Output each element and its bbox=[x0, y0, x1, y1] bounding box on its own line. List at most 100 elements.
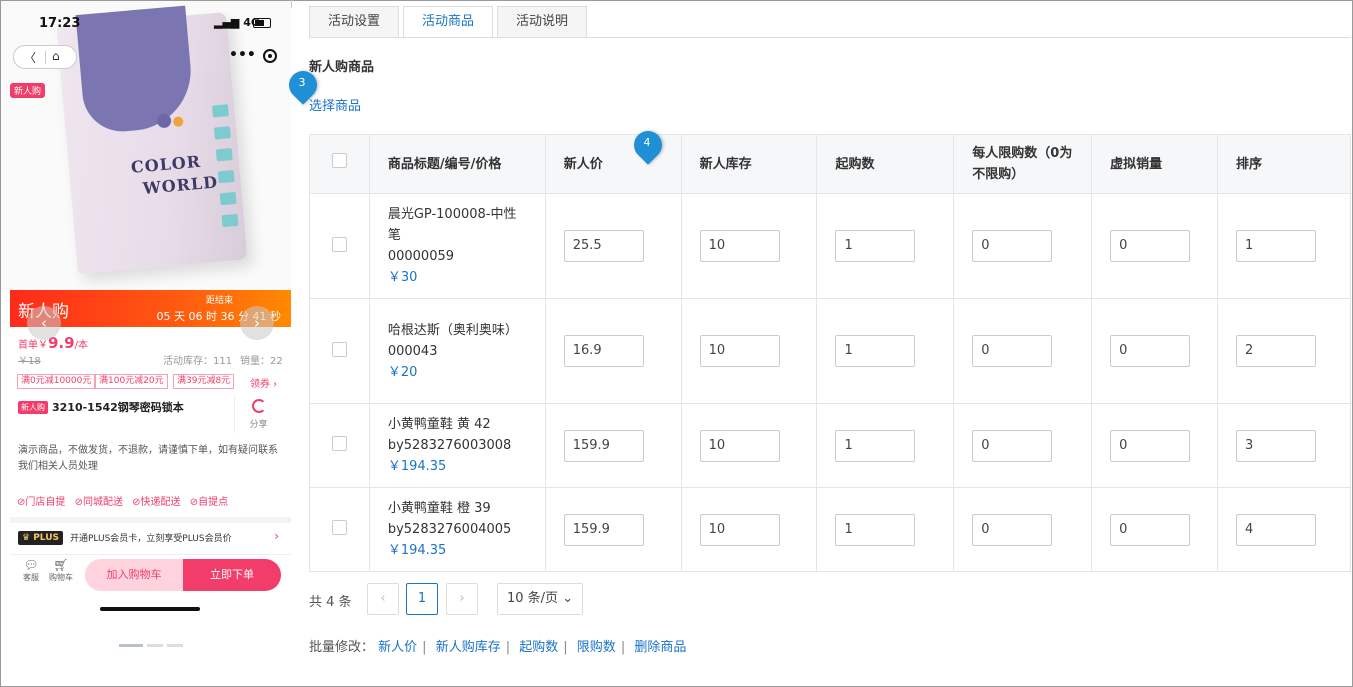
table-header-row: 商品标题/编号/价格 新人价 新人库存 起购数 每人限购数（0为不限购） 虚拟销… bbox=[309, 134, 1351, 194]
virtual-sales-input[interactable]: 0 bbox=[1110, 230, 1191, 262]
table-row: 小黄鸭童鞋 黄 42 by5283276003008 ￥194.35 159.9 1… bbox=[309, 403, 1351, 488]
table-row: 哈根达斯（奥利奥味） 000043 ￥20 16.9 10 1 0 0 2 bbox=[309, 298, 1351, 404]
batch-edit-min-buy[interactable]: 起购数 bbox=[519, 640, 558, 655]
buy-now-button[interactable]: 立即下单 bbox=[183, 559, 281, 591]
row-checkbox[interactable] bbox=[332, 436, 347, 451]
close-miniapp-icon[interactable] bbox=[263, 49, 277, 63]
battery-icon bbox=[253, 18, 271, 28]
coupon-tag[interactable]: 满100元减20元 bbox=[95, 374, 168, 389]
col-header-sort: 排序 bbox=[1217, 134, 1351, 194]
limit-input[interactable]: 0 bbox=[972, 230, 1053, 262]
prev-page-button[interactable]: ‹ bbox=[367, 583, 399, 615]
page-size-select[interactable]: 10 条/页 ⌄ bbox=[497, 583, 583, 615]
goods-code: 000043 bbox=[387, 343, 438, 359]
preview-pager bbox=[119, 632, 187, 651]
batch-edit-new-price[interactable]: 新人价 bbox=[378, 640, 417, 655]
carousel-prev-icon[interactable]: ‹ bbox=[27, 306, 61, 340]
activity-stock: 活动库存：111 bbox=[163, 356, 233, 367]
goods-price: ￥194.35 bbox=[387, 543, 447, 558]
coupon-tag[interactable]: 满39元减8元 bbox=[173, 374, 235, 389]
plus-member-banner[interactable]: ♛ PLUS 开通PLUS会员卡，立刻享受PLUS会员价 › bbox=[10, 524, 291, 552]
row-checkbox[interactable] bbox=[332, 520, 347, 535]
coupon-tag[interactable]: 满0元减10000元 bbox=[17, 374, 96, 389]
sort-input[interactable]: 2 bbox=[1236, 335, 1317, 367]
select-all-checkbox[interactable] bbox=[332, 153, 347, 168]
limit-input[interactable]: 0 bbox=[972, 513, 1053, 546]
tab-underline bbox=[309, 37, 1351, 38]
carousel-next-icon[interactable]: › bbox=[240, 306, 274, 340]
new-stock-input[interactable]: 10 bbox=[699, 335, 780, 367]
notebook-image: COLOR WORLD bbox=[56, 5, 248, 274]
back-icon[interactable]: 〈 bbox=[24, 49, 36, 66]
chat-icon: 💬︎ bbox=[23, 558, 39, 572]
min-buy-input[interactable]: 1 bbox=[835, 335, 916, 367]
row-checkbox[interactable] bbox=[332, 341, 347, 357]
virtual-sales-input[interactable]: 0 bbox=[1110, 335, 1191, 367]
share-button[interactable]: 分享 bbox=[234, 397, 282, 433]
delivery-option: ⊘自提点 bbox=[189, 497, 229, 508]
get-coupon-link[interactable]: 领券 › bbox=[250, 375, 277, 390]
new-price-input[interactable]: 159.9 bbox=[563, 429, 644, 462]
new-user-tag: 新人购 bbox=[10, 83, 46, 98]
status-time: 17:23 bbox=[39, 16, 81, 31]
delivery-option: ⊘快递配送 bbox=[132, 497, 181, 508]
min-buy-input[interactable]: 1 bbox=[835, 513, 916, 546]
new-price-input[interactable]: 16.9 bbox=[563, 335, 644, 367]
sort-input[interactable]: 1 bbox=[1236, 230, 1317, 262]
virtual-sales-input[interactable]: 0 bbox=[1110, 513, 1191, 546]
virtual-sales-input[interactable]: 0 bbox=[1110, 429, 1191, 462]
nav-capsule: 〈 ⌂ bbox=[13, 45, 77, 69]
delivery-option: ⊘同城配送 bbox=[74, 497, 123, 508]
new-price-input[interactable]: 159.9 bbox=[563, 513, 644, 546]
more-icon[interactable]: ••• bbox=[229, 47, 256, 63]
col-header-virtual-sales: 虚拟销量 bbox=[1091, 134, 1219, 194]
limit-input[interactable]: 0 bbox=[972, 335, 1053, 367]
new-stock-input[interactable]: 10 bbox=[699, 429, 780, 462]
bottom-action-bar: 💬︎ 客服 🛒︎ 购物车 加入购物车 立即下单 bbox=[10, 554, 291, 594]
status-bar: 17:23 ▂▄▆ 4G bbox=[1, 1, 291, 37]
batch-edit-bar: 批量修改： 新人价 | 新人购库存 | 起购数 | 限购数 | 删除商品 bbox=[309, 640, 687, 655]
goods-title: 晨光GP-100008-中性笔 bbox=[387, 207, 517, 243]
new-stock-input[interactable]: 10 bbox=[699, 230, 780, 262]
goods-price: ￥20 bbox=[387, 364, 418, 380]
new-stock-input[interactable]: 10 bbox=[699, 513, 780, 546]
goods-code: by5283276004005 bbox=[387, 522, 512, 537]
total-count: 共 4 条 bbox=[309, 595, 352, 610]
home-icon[interactable]: ⌂ bbox=[52, 49, 60, 63]
cart-button[interactable]: 🛒︎ 购物车 bbox=[46, 558, 76, 583]
next-page-button[interactable]: › bbox=[446, 583, 478, 615]
col-header-limit: 每人限购数（0为不限购） bbox=[953, 134, 1093, 194]
customer-service-button[interactable]: 💬︎ 客服 bbox=[16, 558, 46, 583]
cart-icon: 🛒︎ bbox=[53, 558, 69, 572]
section-separator bbox=[10, 517, 291, 523]
home-indicator bbox=[100, 607, 200, 611]
sales-count: 销量：22 bbox=[240, 356, 283, 367]
new-user-badge: 新人购 bbox=[18, 401, 48, 414]
batch-delete-goods[interactable]: 删除商品 bbox=[634, 640, 686, 655]
row-checkbox[interactable] bbox=[332, 236, 347, 252]
batch-edit-new-stock[interactable]: 新人购库存 bbox=[436, 640, 501, 655]
min-buy-input[interactable]: 1 bbox=[835, 230, 916, 262]
new-price-input[interactable]: 25.5 bbox=[563, 230, 644, 262]
goods-price: ￥30 bbox=[387, 270, 418, 285]
page-1-button[interactable]: 1 bbox=[406, 583, 438, 615]
delivery-options: ⊘门店自提 ⊘同城配送 ⊘快递配送 ⊘自提点 bbox=[17, 493, 234, 508]
add-to-cart-button[interactable]: 加入购物车 bbox=[85, 559, 183, 591]
tab-activity-description[interactable]: 活动说明 bbox=[497, 6, 587, 37]
goods-table: 商品标题/编号/价格 新人价 新人库存 起购数 每人限购数（0为不限购） 虚拟销… bbox=[309, 134, 1351, 572]
select-goods-link[interactable]: 选择商品 bbox=[309, 95, 361, 114]
limit-input[interactable]: 0 bbox=[972, 429, 1053, 462]
batch-edit-limit[interactable]: 限购数 bbox=[577, 640, 616, 655]
min-buy-input[interactable]: 1 bbox=[835, 429, 916, 462]
batch-edit-label: 批量修改： bbox=[309, 640, 375, 655]
sort-input[interactable]: 4 bbox=[1236, 513, 1317, 546]
delivery-option: ⊘门店自提 bbox=[17, 497, 66, 508]
table-row: 小黄鸭童鞋 橙 39 by5283276004005 ￥194.35 159.9 1… bbox=[309, 487, 1351, 572]
tab-activity-goods[interactable]: 活动商品 bbox=[403, 6, 493, 38]
col-header-new-stock: 新人库存 bbox=[681, 134, 818, 194]
tab-activity-settings[interactable]: 活动设置 bbox=[309, 6, 399, 37]
sort-input[interactable]: 3 bbox=[1236, 429, 1317, 462]
promo-end-label: 距结束 bbox=[206, 296, 234, 306]
chevron-down-icon: ⌄ bbox=[562, 591, 574, 606]
section-title: 新人购商品 bbox=[309, 60, 375, 75]
